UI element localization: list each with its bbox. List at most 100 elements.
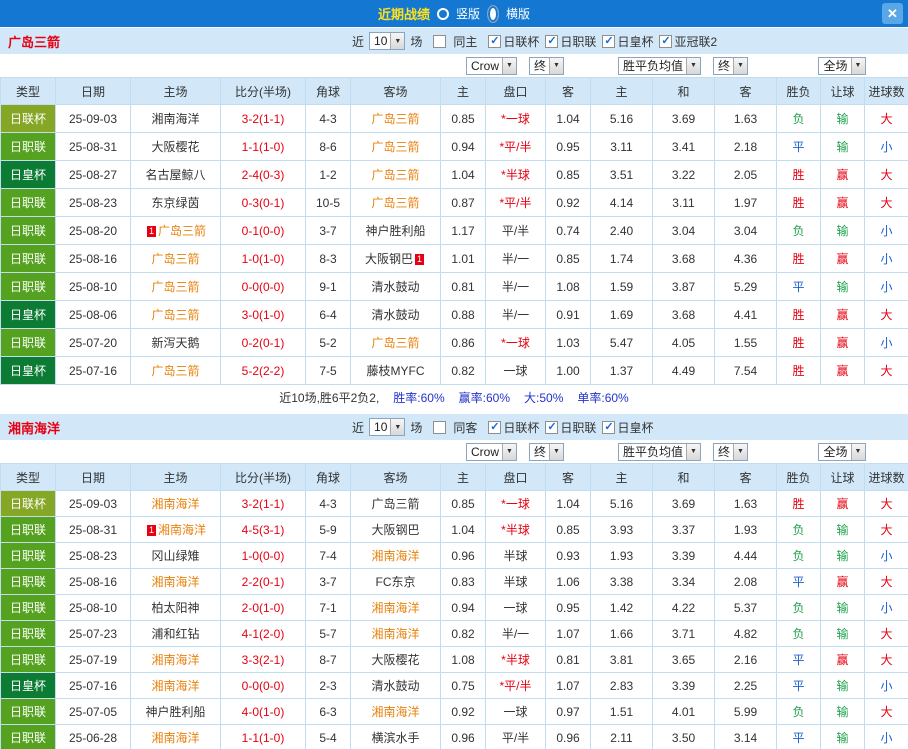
close-button[interactable]: ✕: [882, 3, 903, 24]
fulltime-value: 全场: [823, 59, 848, 73]
table-row: 日职联 25-08-23 东京绿茵 0-3(0-1) 10-5 广岛三箭 0.8…: [0, 188, 908, 217]
handicap-line: *半球: [485, 516, 546, 543]
fulltime-select[interactable]: 全场 ▼: [818, 442, 866, 461]
corner-score: 7-4: [305, 542, 351, 569]
games-count-select[interactable]: 10 ▼: [369, 418, 406, 436]
away-team[interactable]: 湘南海洋: [350, 594, 441, 621]
col-handicap-away: 客: [545, 77, 591, 105]
result-handicap: 输: [820, 216, 865, 245]
league-checkbox[interactable]: ✓: [488, 420, 502, 434]
games-label: 场: [410, 34, 423, 49]
vertical-layout-radio[interactable]: [436, 7, 449, 20]
league-checkbox[interactable]: ✓: [545, 420, 559, 434]
avg-time-select[interactable]: 终 ▼: [713, 442, 749, 461]
result-goals: 大: [864, 516, 908, 543]
avg-odds-select[interactable]: 胜平负均值 ▼: [617, 442, 701, 461]
away-team[interactable]: 广岛三箭: [350, 490, 441, 517]
home-team[interactable]: 广岛三箭: [130, 272, 221, 301]
fulltime-select[interactable]: 全场 ▼: [818, 56, 866, 75]
away-team[interactable]: 大阪樱花: [350, 646, 441, 673]
away-team[interactable]: FC东京: [350, 568, 441, 595]
bookmaker-select[interactable]: Crow ▼: [465, 56, 517, 75]
handicap-time-select[interactable]: 终 ▼: [529, 442, 565, 461]
table-row: 日联杯 25-09-03 湘南海洋 3-2(1-1) 4-3 广岛三箭 0.85…: [0, 490, 908, 517]
avg-away-odds: 4.41: [714, 300, 777, 329]
away-team[interactable]: 广岛三箭: [350, 328, 441, 357]
avg-home-odds: 5.16: [590, 490, 653, 517]
match-date: 25-07-16: [55, 672, 131, 699]
result-goals: 小: [864, 542, 908, 569]
home-team[interactable]: 湘南海洋: [130, 672, 221, 699]
home-team[interactable]: 广岛三箭: [130, 244, 221, 273]
same-venue-checkbox[interactable]: [433, 420, 447, 434]
handicap-home-odds: 1.01: [440, 244, 486, 273]
home-team[interactable]: 柏太阳神: [130, 594, 221, 621]
home-team[interactable]: 1 广岛三箭: [130, 216, 221, 245]
away-team[interactable]: 湘南海洋: [350, 620, 441, 647]
handicap-time-select[interactable]: 终 ▼: [529, 56, 565, 75]
home-team[interactable]: 湘南海洋: [130, 568, 221, 595]
result-wdl: 负: [776, 620, 821, 647]
away-team[interactable]: 广岛三箭: [350, 160, 441, 189]
handicap-line: *平/半: [485, 188, 546, 217]
avg-odds-select[interactable]: 胜平负均值 ▼: [617, 56, 701, 75]
away-team[interactable]: 清水鼓动: [350, 672, 441, 699]
avg-home-odds: 4.14: [590, 188, 653, 217]
home-team[interactable]: 湘南海洋: [130, 104, 221, 133]
match-score: 5-2(2-2): [220, 356, 306, 385]
col-corner: 角球: [305, 463, 351, 491]
avg-draw-odds: 4.05: [652, 328, 715, 357]
home-team[interactable]: 大阪樱花: [130, 132, 221, 161]
home-team[interactable]: 湘南海洋: [130, 646, 221, 673]
col-avg-home: 主: [590, 77, 653, 105]
home-team[interactable]: 广岛三箭: [130, 300, 221, 329]
home-team[interactable]: 浦和红钻: [130, 620, 221, 647]
away-team[interactable]: 广岛三箭: [350, 132, 441, 161]
league-checkbox[interactable]: ✓: [659, 34, 673, 48]
match-score: 3-0(1-0): [220, 300, 306, 329]
avg-time-select[interactable]: 终 ▼: [713, 56, 749, 75]
away-team[interactable]: 湘南海洋: [350, 542, 441, 569]
league-checkbox[interactable]: ✓: [488, 34, 502, 48]
away-team[interactable]: 横滨水手: [350, 724, 441, 749]
home-team[interactable]: 湘南海洋: [130, 724, 221, 749]
away-team[interactable]: 广岛三箭: [350, 104, 441, 133]
handicap-away-odds: 1.08: [545, 272, 591, 301]
result-wdl: 平: [776, 672, 821, 699]
games-count-select[interactable]: 10 ▼: [369, 32, 406, 50]
avg-home-odds: 3.11: [590, 132, 653, 161]
league-checkbox[interactable]: ✓: [545, 34, 559, 48]
away-team[interactable]: 湘南海洋: [350, 698, 441, 725]
same-venue-checkbox[interactable]: [433, 34, 447, 48]
bookmaker-select[interactable]: Crow ▼: [465, 442, 517, 461]
result-goals: 大: [864, 356, 908, 385]
home-team[interactable]: 神户胜利船: [130, 698, 221, 725]
league-checkbox[interactable]: ✓: [602, 34, 616, 48]
matches-table-hiroshima: 类型 日期 主场 比分(半场) 角球 客场 主 盘口 客 主 和 客 胜负 让球…: [0, 77, 908, 385]
home-team[interactable]: 1 湘南海洋: [130, 516, 221, 543]
col-type: 类型: [0, 463, 56, 491]
result-goals: 小: [864, 216, 908, 245]
away-team[interactable]: 清水鼓动: [350, 300, 441, 329]
horizontal-layout-radio[interactable]: [487, 4, 499, 23]
away-team[interactable]: 清水鼓动: [350, 272, 441, 301]
league-checkbox[interactable]: ✓: [602, 420, 616, 434]
col-avg-draw: 和: [652, 77, 715, 105]
away-team[interactable]: 神户胜利船: [350, 216, 441, 245]
away-team[interactable]: 藤枝MYFC: [350, 356, 441, 385]
home-team[interactable]: 新泻天鹅: [130, 328, 221, 357]
table-row: 日职联 25-08-10 柏太阳神 2-0(1-0) 7-1 湘南海洋 0.94…: [0, 594, 908, 621]
away-team[interactable]: 大阪钢巴 1: [350, 244, 441, 273]
home-team[interactable]: 东京绿茵: [130, 188, 221, 217]
home-team[interactable]: 广岛三箭: [130, 356, 221, 385]
home-team[interactable]: 湘南海洋: [130, 490, 221, 517]
avg-away-odds: 2.25: [714, 672, 777, 699]
home-team[interactable]: 名古屋鲸八: [130, 160, 221, 189]
result-goals: 大: [864, 160, 908, 189]
avg-away-odds: 5.99: [714, 698, 777, 725]
match-score: 1-0(0-0): [220, 542, 306, 569]
away-team[interactable]: 大阪钢巴: [350, 516, 441, 543]
home-team[interactable]: 冈山绿雉: [130, 542, 221, 569]
result-goals: 小: [864, 724, 908, 749]
away-team[interactable]: 广岛三箭: [350, 188, 441, 217]
